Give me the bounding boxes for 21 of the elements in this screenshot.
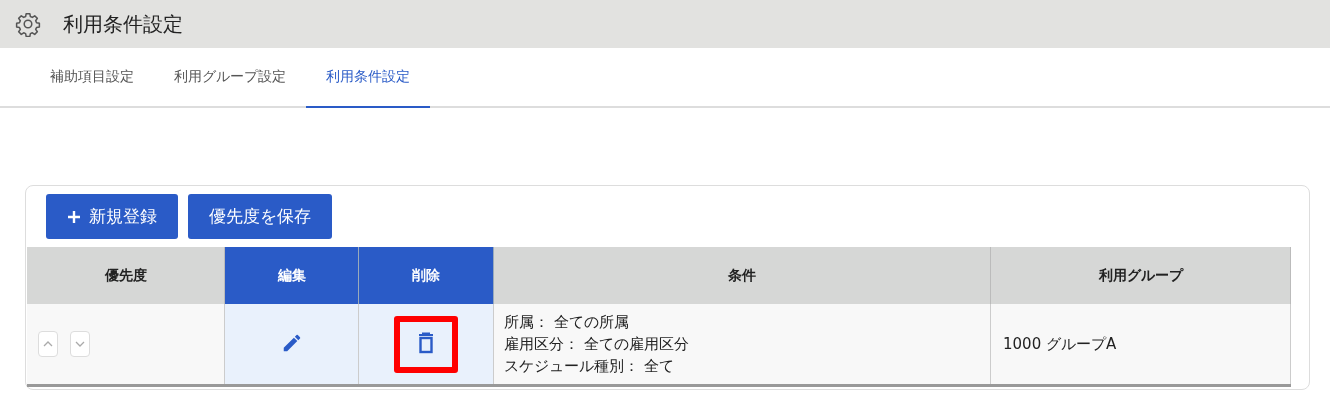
save-button[interactable]: 優先度を保存 bbox=[188, 194, 332, 239]
tab[interactable]: 補助項目設定 bbox=[30, 48, 154, 108]
column-header: 編集 bbox=[224, 247, 359, 304]
condition-text: スケジュール種別： 全て bbox=[504, 356, 675, 377]
page-title: 利用条件設定 bbox=[63, 10, 183, 38]
tab[interactable]: 利用条件設定 bbox=[306, 48, 430, 108]
column-header: 削除 bbox=[358, 247, 494, 304]
settings-icon[interactable] bbox=[15, 11, 41, 37]
column-header: 利用グループ bbox=[990, 247, 1291, 304]
tab[interactable]: 利用グループ設定 bbox=[154, 48, 306, 108]
column-header: 条件 bbox=[493, 247, 991, 304]
condition-text: 雇用区分： 全ての雇用区分 bbox=[504, 334, 690, 355]
chevron-down-icon bbox=[75, 341, 85, 347]
trash-icon bbox=[416, 331, 436, 354]
add-button[interactable]: 新規登録 bbox=[46, 194, 178, 239]
condition-text: 所属： 全ての所属 bbox=[504, 312, 630, 333]
chevron-up-icon bbox=[43, 341, 53, 347]
plus-icon bbox=[67, 209, 81, 224]
column-header: 優先度 bbox=[27, 247, 225, 304]
delete-button[interactable] bbox=[394, 315, 458, 373]
group-text: 1000 グループA bbox=[1003, 334, 1117, 353]
